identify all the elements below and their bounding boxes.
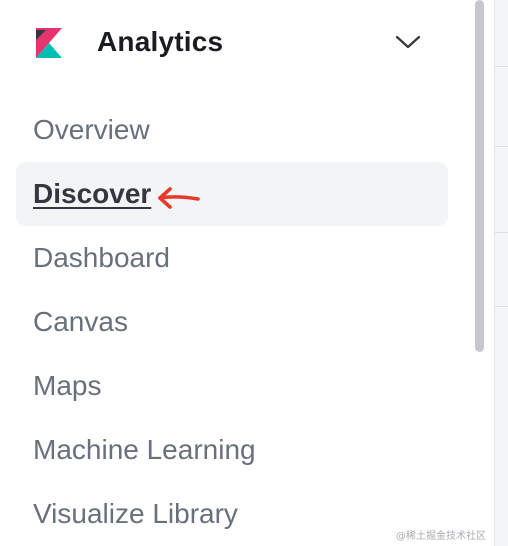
background-divider (495, 146, 508, 147)
nav-item-label: Dashboard (33, 242, 170, 273)
nav-item-label: Machine Learning (33, 434, 256, 465)
nav-item-label: Maps (33, 370, 102, 401)
nav-item-overview[interactable]: Overview (16, 98, 448, 162)
nav-group-title: Analytics (97, 26, 224, 57)
nav-item-discover[interactable]: Discover (16, 162, 448, 226)
background-divider (495, 66, 508, 67)
kibana-logo-icon (36, 28, 62, 58)
nav-list: Overview Discover Dashboard Canvas Maps … (16, 98, 448, 546)
nav-item-label: Canvas (33, 306, 128, 337)
nav-item-label: Visualize Library (33, 498, 238, 529)
background-content-panel (494, 0, 508, 546)
nav-item-machine-learning[interactable]: Machine Learning (16, 418, 448, 482)
nav-group-header[interactable]: Analytics (0, 0, 470, 90)
nav-item-label: Discover (33, 178, 152, 209)
nav-item-maps[interactable]: Maps (16, 354, 448, 418)
red-arrow-icon (158, 187, 200, 209)
background-divider (495, 232, 508, 233)
analytics-nav-panel: Analytics Overview Discover Dashboard Ca… (0, 0, 508, 546)
nav-item-dashboard[interactable]: Dashboard (16, 226, 448, 290)
nav-item-label: Overview (33, 114, 150, 145)
nav-item-visualize-library[interactable]: Visualize Library (16, 482, 448, 546)
watermark: @稀土掘金技术社区 (396, 531, 486, 542)
nav-item-canvas[interactable]: Canvas (16, 290, 448, 354)
scrollbar-thumb[interactable] (475, 0, 484, 352)
background-divider (495, 306, 508, 307)
chevron-down-icon[interactable] (394, 30, 422, 54)
